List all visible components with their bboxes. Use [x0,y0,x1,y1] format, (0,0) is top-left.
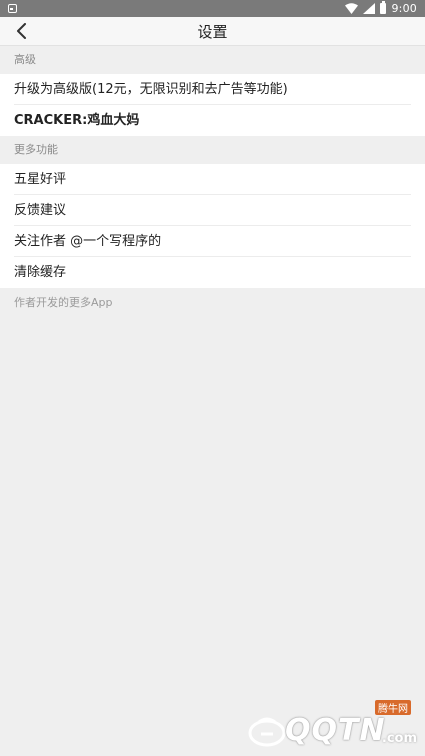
back-arrow-icon [17,23,26,39]
feedback-item[interactable]: 反馈建议 [0,195,425,226]
signal-icon [363,3,376,14]
advanced-group: 升级为高级版(12元，无限识别和去广告等功能) CRACKER:鸡血大妈 [0,74,425,136]
follow-author-item[interactable]: 关注作者 @一个写程序的 [0,226,425,257]
watermark-brand: QQTN [285,713,386,748]
section-label-more: 更多功能 [0,136,425,164]
watermark: 腾牛网 QQTN .com [247,700,417,750]
wifi-icon [345,3,359,14]
section-label-advanced: 高级 [0,46,425,74]
notification-icon [8,4,17,13]
rate-five-stars-item[interactable]: 五星好评 [0,164,425,195]
cracker-item[interactable]: CRACKER:鸡血大妈 [0,105,425,136]
watermark-domain: .com [381,731,417,746]
more-apps-link[interactable]: 作者开发的更多App [0,288,425,318]
app-header: 设置 [0,17,425,46]
watermark-logo-icon [248,717,286,747]
battery-icon [380,1,387,14]
upgrade-pro-item[interactable]: 升级为高级版(12元，无限识别和去广告等功能) [0,74,425,105]
page-title: 设置 [197,22,228,41]
clear-cache-item[interactable]: 清除缓存 [0,257,425,288]
status-bar: 9:00 [0,0,425,17]
back-button[interactable] [10,19,34,43]
more-features-group: 五星好评 反馈建议 关注作者 @一个写程序的 清除缓存 [0,164,425,288]
status-time: 9:00 [391,2,417,15]
